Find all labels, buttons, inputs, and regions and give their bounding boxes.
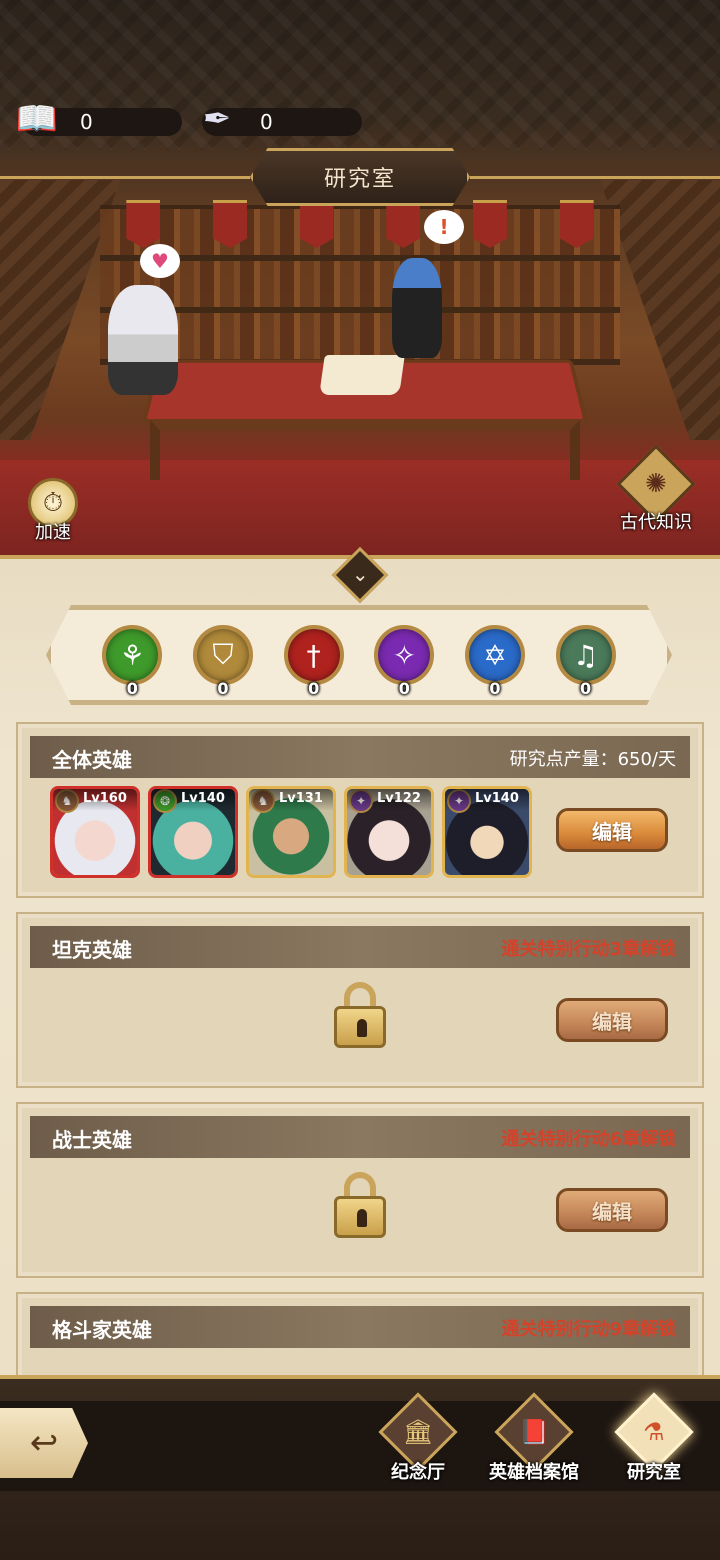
quill-count: 0 bbox=[260, 110, 273, 134]
ancient-knowledge-label: 古代知识 bbox=[620, 512, 692, 533]
quill-resource: ✒ 0 bbox=[202, 99, 362, 139]
edit-button[interactable]: 编辑 bbox=[556, 808, 668, 852]
hero-slot[interactable]: ♞ Lv160 bbox=[50, 786, 140, 878]
section-header: 战士英雄 通关特别行动6章解锁 bbox=[30, 1116, 690, 1158]
nav-hero-archive[interactable]: 📕 英雄档案馆 bbox=[474, 1392, 594, 1490]
open-book-icon bbox=[319, 355, 405, 395]
table-legs bbox=[150, 420, 580, 480]
title-frame-right bbox=[470, 176, 720, 179]
speed-up-label: 加速 bbox=[35, 522, 71, 543]
faction-count: 0 bbox=[489, 679, 501, 698]
section-title: 全体英雄 bbox=[52, 748, 132, 772]
hero-slots: ♞ Lv160 ❂ Lv140 ♞ Lv131 ✦ Lv122 ✦ Lv140 bbox=[50, 786, 532, 878]
section-warrior-heroes: 战士英雄 通关特别行动6章解锁 编辑 bbox=[18, 1104, 702, 1276]
research-output: 研究点产量：650/天 bbox=[509, 749, 676, 770]
book-icon: 📖 bbox=[15, 99, 59, 139]
unlock-condition: 通关特别行动3章解锁 bbox=[501, 939, 676, 960]
nav-label: 研究室 bbox=[627, 1462, 681, 1483]
banner bbox=[472, 200, 507, 248]
chevron-down-icon: ⌄ bbox=[351, 561, 369, 586]
faction-arcane[interactable]: ✧ 0 bbox=[365, 616, 443, 698]
section-title: 战士英雄 bbox=[52, 1128, 132, 1152]
hero-level: Lv160 bbox=[53, 789, 137, 811]
hero-slot[interactable]: ♞ Lv131 bbox=[246, 786, 336, 878]
nature-faction-icon: ⚘ bbox=[102, 625, 163, 685]
hero-level: Lv140 bbox=[445, 789, 529, 811]
lyre-faction-icon: ♫ bbox=[555, 625, 616, 685]
faction-bar: ⚘ 0 ⛉ 0 † 0 ✧ 0 ✡ 0 ♫ 0 bbox=[46, 605, 672, 705]
librarian-character[interactable] bbox=[392, 258, 442, 358]
quill-icon: ✒ bbox=[202, 99, 232, 139]
nav-laboratory[interactable]: ⚗ 研究室 bbox=[594, 1392, 714, 1490]
exclamation-bubble-icon[interactable]: ! bbox=[424, 210, 464, 244]
banners bbox=[100, 200, 620, 250]
edit-button[interactable]: 编辑 bbox=[556, 1188, 668, 1232]
section-tank-heroes: 坦克英雄 通关特别行动3章解锁 编辑 bbox=[18, 914, 702, 1086]
speed-up-button[interactable]: ⏱ 加速 bbox=[22, 478, 84, 543]
unlock-condition: 通关特别行动9章解锁 bbox=[501, 1319, 676, 1340]
hero-slot[interactable]: ✦ Lv140 bbox=[442, 786, 532, 878]
nav-label: 英雄档案馆 bbox=[489, 1462, 579, 1483]
ancient-knowledge-button[interactable]: ✺ 古代知识 bbox=[606, 444, 706, 546]
faction-count: 0 bbox=[217, 679, 229, 698]
faction-lyre[interactable]: ♫ 0 bbox=[547, 616, 625, 698]
edit-button[interactable]: 编辑 bbox=[556, 998, 668, 1042]
heart-bubble-icon[interactable]: ♥ bbox=[140, 244, 180, 278]
fox-girl-character[interactable] bbox=[108, 285, 178, 395]
sword-faction-icon: † bbox=[283, 625, 344, 685]
banner bbox=[126, 200, 161, 248]
banner bbox=[299, 200, 334, 248]
nav-label: 纪念厅 bbox=[391, 1462, 445, 1483]
arcane-faction-icon: ✧ bbox=[374, 625, 435, 685]
book-count: 0 bbox=[80, 110, 93, 134]
banner bbox=[559, 200, 594, 248]
section-title: 格斗家英雄 bbox=[52, 1318, 152, 1342]
hero-slot[interactable]: ❂ Lv140 bbox=[148, 786, 238, 878]
banner bbox=[386, 200, 421, 248]
section-header: 格斗家英雄 通关特别行动9章解锁 bbox=[30, 1306, 690, 1348]
title-frame-left bbox=[0, 176, 250, 179]
section-title: 坦克英雄 bbox=[52, 938, 132, 962]
unlock-condition: 通关特别行动6章解锁 bbox=[501, 1129, 676, 1150]
page-title: 研究室 bbox=[250, 148, 470, 206]
padlock-icon bbox=[334, 982, 386, 1048]
padlock-icon bbox=[334, 1172, 386, 1238]
faction-shield[interactable]: ⛉ 0 bbox=[184, 616, 262, 698]
faction-count: 0 bbox=[126, 679, 138, 698]
faction-nature[interactable]: ⚘ 0 bbox=[93, 616, 171, 698]
section-all-heroes: 全体英雄 研究点产量：650/天 ♞ Lv160 ❂ Lv140 ♞ Lv131… bbox=[18, 724, 702, 896]
faction-count: 0 bbox=[398, 679, 410, 698]
shield-faction-icon: ⛉ bbox=[192, 625, 253, 685]
back-arrow-icon: ↩ bbox=[29, 1423, 59, 1463]
star-faction-icon: ✡ bbox=[464, 625, 525, 685]
hero-level: Lv140 bbox=[151, 789, 235, 811]
hero-level: Lv131 bbox=[249, 789, 333, 811]
faction-sword[interactable]: † 0 bbox=[275, 616, 353, 698]
section-header: 全体英雄 研究点产量：650/天 bbox=[30, 736, 690, 778]
faction-star[interactable]: ✡ 0 bbox=[456, 616, 534, 698]
hero-slot[interactable]: ✦ Lv122 bbox=[344, 786, 434, 878]
faction-count: 0 bbox=[308, 679, 320, 698]
section-header: 坦克英雄 通关特别行动3章解锁 bbox=[30, 926, 690, 968]
faction-count: 0 bbox=[580, 679, 592, 698]
nav-memorial-hall[interactable]: 🏛 纪念厅 bbox=[358, 1392, 478, 1490]
book-resource: 📖 0 bbox=[16, 99, 182, 139]
banner bbox=[212, 200, 247, 248]
hero-level: Lv122 bbox=[347, 789, 431, 811]
back-button[interactable]: ↩ bbox=[0, 1408, 88, 1478]
